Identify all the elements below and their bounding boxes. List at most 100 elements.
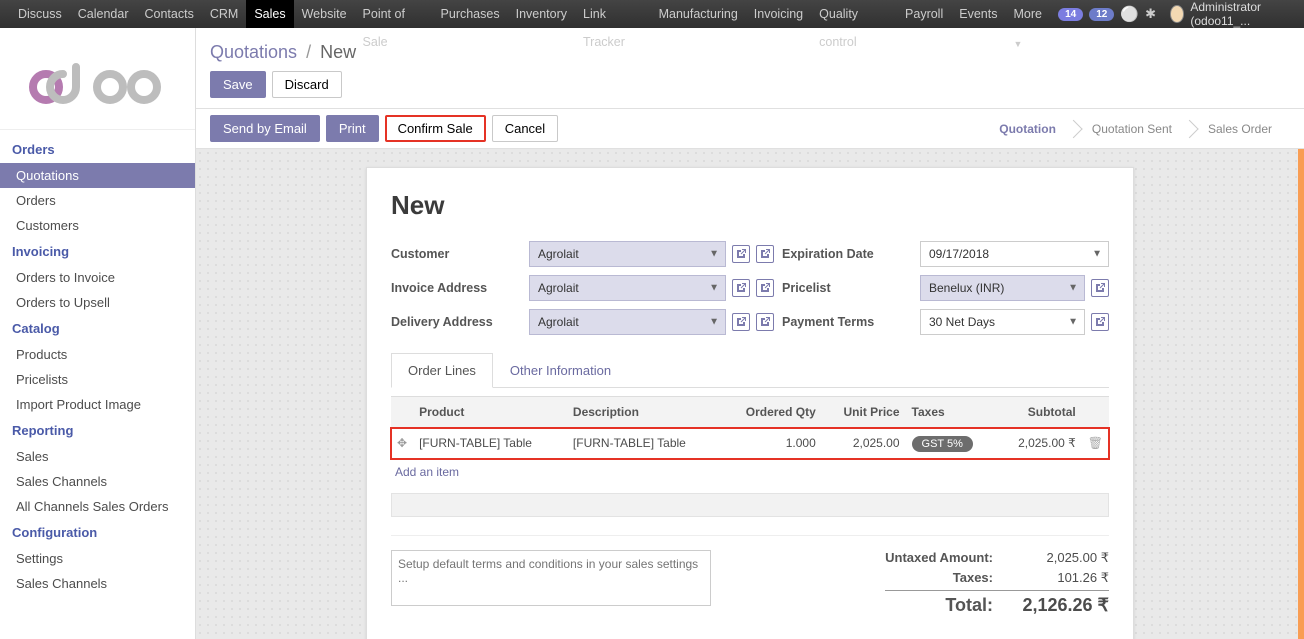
statusbar: Send by Email Print Confirm Sale Cancel … <box>196 108 1304 149</box>
external-link-icon[interactable] <box>756 279 774 297</box>
nav-purchases[interactable]: Purchases <box>433 0 508 28</box>
cell-price[interactable]: 2,025.00 <box>822 428 906 459</box>
sidebar-item-settings[interactable]: Settings <box>0 546 195 571</box>
col-price: Unit Price <box>822 397 906 428</box>
status-step-quotation[interactable]: Quotation <box>981 116 1074 142</box>
sidebar-item-report-sales[interactable]: Sales <box>0 444 195 469</box>
tab-order-lines[interactable]: Order Lines <box>391 353 493 388</box>
sidebar-group-orders: Orders <box>0 136 195 163</box>
top-nav: Discuss Calendar Contacts CRM Sales Webs… <box>0 0 1304 28</box>
nav-quality[interactable]: Quality control <box>811 0 897 28</box>
nav-contacts[interactable]: Contacts <box>137 0 202 28</box>
chevron-down-icon: ▼ <box>1068 317 1078 328</box>
status-step-order[interactable]: Sales Order <box>1190 116 1290 142</box>
chevron-down-icon: ▼ <box>709 317 719 328</box>
chevron-down-icon: ▼ <box>1013 39 1022 49</box>
total-label: Total: <box>945 595 993 616</box>
col-subtotal: Subtotal <box>996 397 1082 428</box>
status-step-sent[interactable]: Quotation Sent <box>1074 116 1190 142</box>
totals: Untaxed Amount: 2,025.00 ₹ Taxes: 101.26… <box>885 550 1109 620</box>
sidebar-item-orders[interactable]: Orders <box>0 188 195 213</box>
cell-description[interactable]: [FURN-TABLE] Table <box>567 428 721 459</box>
chevron-down-icon: ▼ <box>709 249 719 260</box>
nav-website[interactable]: Website <box>294 0 355 28</box>
nav-linktracker[interactable]: Link Tracker <box>575 0 651 28</box>
avatar <box>1170 5 1184 23</box>
untaxed-label: Untaxed Amount: <box>885 550 993 566</box>
sidebar-item-quotations[interactable]: Quotations <box>0 163 195 188</box>
payment-terms-label: Payment Terms <box>782 315 912 329</box>
nav-events[interactable]: Events <box>951 0 1005 28</box>
print-button[interactable]: Print <box>326 115 379 142</box>
external-link-icon[interactable] <box>1091 279 1109 297</box>
tabs: Order Lines Other Information <box>391 353 1109 388</box>
messages-badge[interactable]: 14 <box>1058 8 1083 21</box>
discard-button[interactable]: Discard <box>272 71 342 98</box>
user-menu[interactable]: Administrator (odoo11_... <box>1170 0 1294 28</box>
delivery-address-label: Delivery Address <box>391 315 521 329</box>
col-product: Product <box>413 397 567 428</box>
add-item-link[interactable]: Add an item <box>391 459 1109 485</box>
terms-textarea[interactable] <box>391 550 711 606</box>
cell-taxes[interactable]: GST 5% <box>906 428 996 459</box>
payment-terms-select[interactable]: 30 Net Days▼ <box>920 309 1085 335</box>
user-name: Administrator (odoo11_... <box>1190 0 1294 28</box>
content: Quotations / New Save Discard Send by Em… <box>196 28 1304 639</box>
nav-more[interactable]: More ▼ <box>1005 0 1058 28</box>
sidebar-item-customers[interactable]: Customers <box>0 213 195 238</box>
sidebar-item-import-image[interactable]: Import Product Image <box>0 392 195 417</box>
send-email-button[interactable]: Send by Email <box>210 115 320 142</box>
cancel-button[interactable]: Cancel <box>492 115 558 142</box>
chevron-down-icon: ▼ <box>709 283 719 294</box>
sidebar-group-catalog: Catalog <box>0 315 195 342</box>
sidebar-item-orders-to-upsell[interactable]: Orders to Upsell <box>0 290 195 315</box>
nav-sales[interactable]: Sales <box>246 0 293 28</box>
external-link-icon[interactable] <box>756 245 774 263</box>
nav-calendar[interactable]: Calendar <box>70 0 137 28</box>
expiration-date-input[interactable]: 09/17/2018▼ <box>920 241 1109 267</box>
drag-handle-icon[interactable]: ✥ <box>391 428 413 459</box>
cell-product[interactable]: [FURN-TABLE] Table <box>413 428 567 459</box>
nav-payroll[interactable]: Payroll <box>897 0 951 28</box>
external-link-icon[interactable] <box>1091 313 1109 331</box>
confirm-sale-button[interactable]: Confirm Sale <box>385 115 486 142</box>
customer-select[interactable]: Agrolait▼ <box>529 241 726 267</box>
trash-icon[interactable]: 🗑 <box>1082 428 1109 459</box>
untaxed-value: 2,025.00 ₹ <box>1009 550 1109 566</box>
invoice-address-label: Invoice Address <box>391 281 521 295</box>
nav-manufacturing[interactable]: Manufacturing <box>651 0 746 28</box>
external-link-icon[interactable] <box>732 279 750 297</box>
nav-invoicing[interactable]: Invoicing <box>746 0 811 28</box>
skype-icon[interactable]: ⚪ <box>1120 5 1139 23</box>
breadcrumb-parent[interactable]: Quotations <box>210 42 297 62</box>
toolbar: Save Discard <box>196 71 1304 108</box>
nav-discuss[interactable]: Discuss <box>10 0 70 28</box>
customer-label: Customer <box>391 247 521 261</box>
nav-pos[interactable]: Point of Sale <box>355 0 433 28</box>
save-button[interactable]: Save <box>210 71 266 98</box>
col-taxes: Taxes <box>906 397 996 428</box>
nav-crm[interactable]: CRM <box>202 0 246 28</box>
status-steps: Quotation Quotation Sent Sales Order <box>981 116 1290 142</box>
table-row[interactable]: ✥ [FURN-TABLE] Table [FURN-TABLE] Table … <box>391 428 1109 459</box>
cell-qty[interactable]: 1.000 <box>721 428 822 459</box>
form-area: New Customer Agrolait▼ Expiration Date <box>196 149 1304 639</box>
sidebar-item-products[interactable]: Products <box>0 342 195 367</box>
sidebar-item-pricelists[interactable]: Pricelists <box>0 367 195 392</box>
sidebar-item-config-channels[interactable]: Sales Channels <box>0 571 195 596</box>
tab-other-info[interactable]: Other Information <box>493 353 628 387</box>
pricelist-select[interactable]: Benelux (INR)▼ <box>920 275 1085 301</box>
activities-badge[interactable]: 12 <box>1089 8 1114 21</box>
nav-inventory[interactable]: Inventory <box>508 0 575 28</box>
external-link-icon[interactable] <box>756 313 774 331</box>
external-link-icon[interactable] <box>732 245 750 263</box>
invoice-address-select[interactable]: Agrolait▼ <box>529 275 726 301</box>
sidebar: Orders Quotations Orders Customers Invoi… <box>0 28 196 639</box>
form-sheet: New Customer Agrolait▼ Expiration Date <box>366 167 1134 639</box>
sidebar-item-report-channels[interactable]: Sales Channels <box>0 469 195 494</box>
external-link-icon[interactable] <box>732 313 750 331</box>
bug-icon[interactable]: ✱ <box>1145 6 1156 22</box>
sidebar-item-report-allchannels[interactable]: All Channels Sales Orders <box>0 494 195 519</box>
delivery-address-select[interactable]: Agrolait▼ <box>529 309 726 335</box>
sidebar-item-orders-to-invoice[interactable]: Orders to Invoice <box>0 265 195 290</box>
